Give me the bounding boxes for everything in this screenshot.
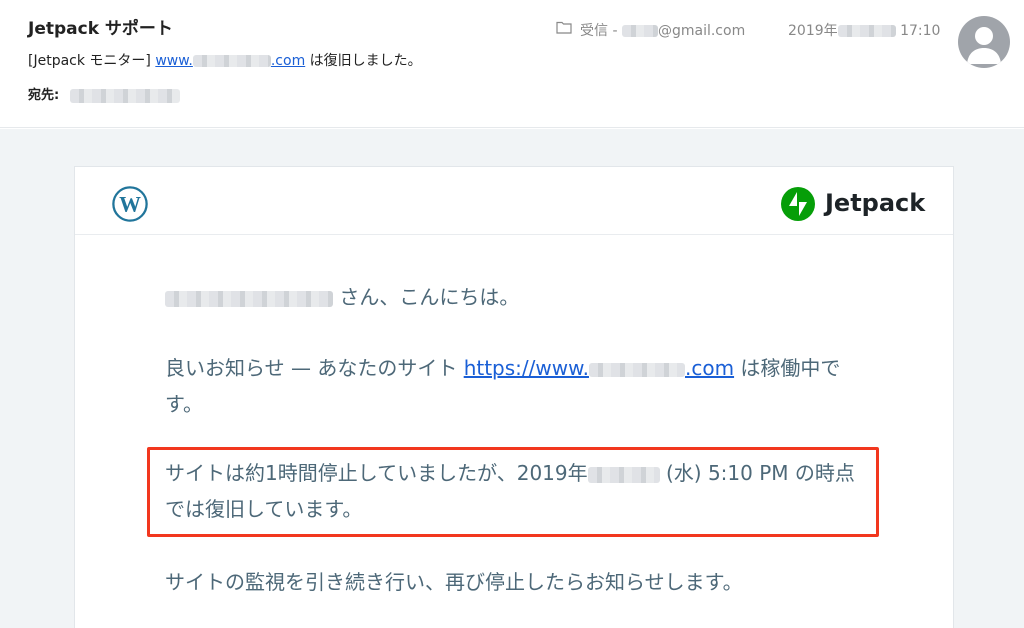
downtime-message: サイトは約1時間停止していましたが、2019年 (水) 5:10 PM の時点で… bbox=[165, 461, 855, 521]
redacted-downtime-date bbox=[587, 466, 660, 483]
redacted-domain bbox=[192, 55, 271, 67]
avatar-icon[interactable] bbox=[958, 16, 1010, 68]
folder-icon bbox=[556, 21, 572, 34]
received-time: 17:10 bbox=[900, 23, 941, 39]
wordpress-logo: W bbox=[112, 186, 148, 222]
status-message: 良いお知らせ — あなたのサイト https://www. .com は稼働中です… bbox=[165, 356, 841, 416]
redacted-email-user bbox=[621, 25, 658, 37]
mail-header: Jetpack サポート [Jetpack モニター] www. .com は復旧… bbox=[0, 0, 1024, 128]
recipient-line: 宛先: bbox=[28, 84, 180, 103]
subject-site-link[interactable]: www. .com bbox=[155, 53, 305, 69]
redacted-site-domain bbox=[588, 362, 685, 377]
sender-name: Jetpack サポート bbox=[28, 19, 173, 39]
email-card: W Jetpack さん、こんにちは。 良いお知らせ — あなたのサイト htt… bbox=[74, 166, 954, 628]
subject-prefix: [Jetpack モニター] bbox=[28, 53, 151, 69]
svg-text:W: W bbox=[119, 193, 141, 217]
received-date: 2019年 17:10 bbox=[788, 23, 941, 39]
subject-line: [Jetpack モニター] www. .com は復旧しました。 bbox=[28, 50, 422, 70]
jetpack-bolt-icon bbox=[781, 187, 815, 221]
redacted-recipient bbox=[69, 88, 180, 103]
monitoring-message: サイトの監視を引き続き行い、再び停止したらお知らせします。 bbox=[165, 570, 743, 594]
redacted-date bbox=[837, 25, 896, 37]
site-link[interactable]: https://www. .com bbox=[464, 356, 734, 380]
email-card-header: W Jetpack bbox=[75, 167, 953, 235]
recipient-label: 宛先: bbox=[28, 88, 60, 103]
subject-suffix: は復旧しました。 bbox=[309, 53, 422, 69]
redacted-username bbox=[165, 290, 333, 307]
mailbox-label: 受信 - @gmail.com bbox=[580, 23, 746, 39]
jetpack-wordmark: Jetpack bbox=[825, 189, 926, 217]
mail-body: W Jetpack さん、こんにちは。 良いお知らせ — あなたのサイト htt… bbox=[0, 129, 1024, 628]
greeting: さん、こんにちは。 bbox=[165, 279, 865, 315]
